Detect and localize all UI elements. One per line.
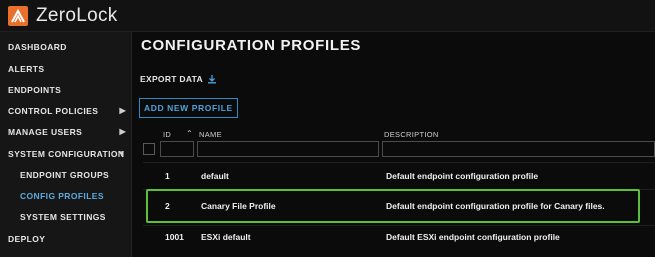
export-data-label: EXPORT DATA (140, 74, 203, 84)
chevron-down-icon: ▼ (117, 149, 126, 158)
description-filter-input[interactable] (382, 141, 655, 157)
chevron-right-icon: ▶ (119, 106, 126, 115)
sidebar-item-alerts[interactable]: ALERTS (0, 58, 132, 79)
sidebar-item-label: CONFIG PROFILES (20, 190, 104, 201)
row-description: Default endpoint configuration profile (386, 171, 539, 181)
id-filter-input[interactable] (160, 141, 194, 157)
chevron-right-icon: ▶ (119, 127, 126, 136)
column-header-name[interactable]: NAME (199, 130, 222, 139)
sidebar-item-label: DEPLOY (8, 233, 46, 244)
row-divider (143, 189, 655, 190)
zerolock-logo-icon (8, 5, 28, 26)
column-header-id[interactable]: ID (163, 130, 171, 139)
sidebar-item-label: DASHBOARD (8, 41, 67, 52)
top-bar: ZeroLock (0, 0, 655, 32)
select-all-checkbox[interactable] (143, 143, 155, 155)
sidebar-item-label: MANAGE USERS (8, 126, 83, 137)
sidebar-item-system-settings[interactable]: SYSTEM SETTINGS (0, 206, 132, 227)
sidebar-item-system-configuration[interactable]: SYSTEM CONFIGURATION ▼ (0, 143, 132, 164)
sidebar-item-manage-users[interactable]: MANAGE USERS ▶ (0, 121, 132, 142)
page-title: CONFIGURATION PROFILES (141, 37, 362, 54)
sidebar-item-endpoints[interactable]: ENDPOINTS (0, 79, 132, 100)
download-icon (207, 75, 216, 84)
sidebar-item-label: ALERTS (8, 63, 45, 74)
table-row[interactable]: 1001 ESXi default Default ESXi endpoint … (143, 224, 655, 250)
row-id: 1 (165, 171, 170, 181)
sidebar-item-label: ENDPOINT GROUPS (20, 169, 110, 180)
column-header-description[interactable]: DESCRIPTION (384, 130, 439, 139)
sort-ascending-icon[interactable]: ⌃ (186, 129, 193, 138)
row-id: 2 (165, 201, 170, 211)
table-row[interactable]: 1 default Default endpoint configuration… (143, 163, 655, 189)
sidebar-item-label: CONTROL POLICIES (8, 105, 99, 116)
row-description: Default endpoint configuration profile f… (386, 201, 605, 211)
sidebar-item-endpoint-groups[interactable]: ENDPOINT GROUPS (0, 164, 132, 185)
main-content: CONFIGURATION PROFILES EXPORT DATA ADD N… (133, 32, 655, 257)
export-data-link[interactable]: EXPORT DATA (140, 74, 217, 84)
row-name: default (201, 171, 229, 181)
name-filter-input[interactable] (197, 141, 379, 157)
sidebar-item-control-policies[interactable]: CONTROL POLICIES ▶ (0, 100, 132, 121)
sidebar-item-config-profiles[interactable]: CONFIG PROFILES (0, 185, 132, 206)
sidebar-item-label: ENDPOINTS (8, 84, 62, 95)
sidebar-item-deploy[interactable]: DEPLOY (0, 228, 132, 249)
sidebar: DASHBOARD ALERTS ENDPOINTS CONTROL POLIC… (0, 32, 132, 257)
table-row[interactable]: 2 Canary File Profile Default endpoint c… (143, 193, 655, 219)
sidebar-item-label: SYSTEM CONFIGURATION (8, 148, 125, 159)
row-name: Canary File Profile (201, 201, 276, 211)
row-id: 1001 (165, 232, 184, 242)
add-new-profile-button[interactable]: ADD NEW PROFILE (139, 98, 238, 118)
sidebar-item-label: SYSTEM SETTINGS (20, 211, 106, 222)
app-title: ZeroLock (36, 4, 118, 26)
row-description: Default ESXi endpoint configuration prof… (386, 232, 560, 242)
sidebar-item-dashboard[interactable]: DASHBOARD (0, 36, 132, 57)
row-name: ESXi default (201, 232, 251, 242)
